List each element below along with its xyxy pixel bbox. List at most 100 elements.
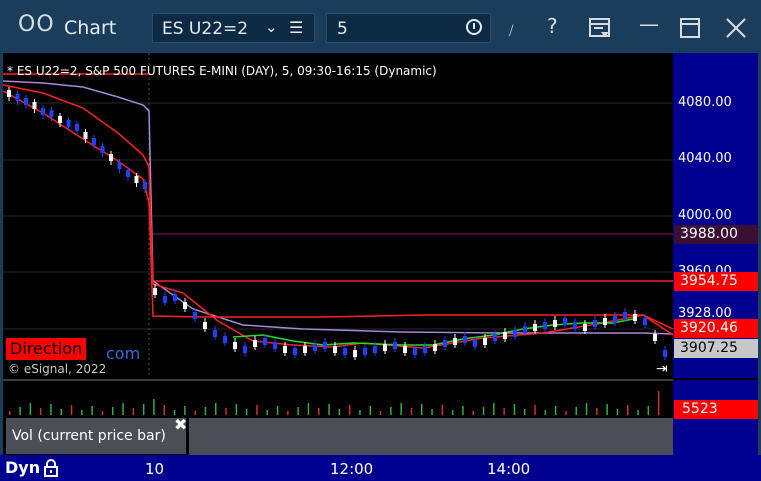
volume-bar — [276, 406, 279, 415]
candle-body — [233, 342, 237, 349]
candle-body — [7, 90, 11, 97]
candle-body — [153, 288, 157, 295]
candle-body — [163, 296, 167, 303]
candle-body — [273, 342, 277, 349]
volume-legend-strip — [189, 418, 673, 455]
volume-bar — [585, 403, 588, 415]
volume-bar — [70, 405, 73, 415]
volume-bar — [122, 403, 124, 415]
volume-bar — [359, 410, 361, 415]
interval-selector[interactable]: 5 — [326, 13, 491, 43]
candle-body — [303, 346, 307, 353]
candle-body — [623, 312, 627, 319]
volume-bar — [297, 407, 299, 415]
candle-body — [663, 350, 667, 357]
question-icon[interactable]: ? — [547, 14, 558, 38]
app-logo: OO — [18, 12, 55, 37]
clock-icon[interactable] — [466, 19, 482, 35]
price-label-last: 3907.25 — [674, 339, 758, 358]
volume-bar — [81, 410, 83, 415]
volume-bar — [657, 391, 660, 415]
candle-body — [49, 110, 54, 117]
close-study-icon[interactable]: ✖ — [174, 415, 187, 434]
candle-body — [503, 332, 507, 339]
price-plot[interactable] — [3, 53, 673, 455]
volume-bar — [307, 403, 310, 415]
candle-body — [100, 146, 105, 153]
candle-body — [493, 334, 497, 341]
time-label: 14:00 — [487, 460, 531, 478]
direction-badge[interactable]: Direction — [6, 338, 87, 360]
volume-bar — [215, 403, 217, 415]
candle-body — [513, 330, 517, 337]
volume-bar — [245, 409, 248, 415]
volume-bar — [596, 408, 598, 415]
price-tick: 4080.00 — [678, 95, 732, 110]
volume-bar — [575, 407, 577, 415]
candle-body — [563, 318, 567, 325]
volume-bar — [524, 409, 526, 415]
candle-body — [553, 320, 557, 327]
volume-bar — [647, 406, 650, 415]
price-label-ma: 3954.75 — [674, 272, 758, 291]
candle-body — [213, 330, 217, 337]
candle-body — [633, 314, 637, 321]
volume-bar — [328, 404, 330, 415]
candle-body — [413, 348, 417, 355]
volume-legend-text: Vol (current price bar) — [12, 428, 166, 444]
minimize-icon[interactable]: — — [639, 12, 659, 36]
volume-bar — [256, 405, 258, 415]
chart-area[interactable]: * ES U22=2, S&P 500 FUTURES E-MINI (DAY)… — [3, 53, 758, 455]
candle-body — [653, 334, 657, 341]
draw-tool-icon[interactable]: ⧸ — [509, 24, 513, 39]
candle-body — [92, 138, 96, 145]
maximize-icon[interactable] — [680, 18, 700, 38]
volume-bar — [39, 408, 42, 415]
candle-body — [58, 116, 62, 123]
candle-body — [583, 324, 587, 331]
goto-end-icon[interactable]: ⇥ — [656, 361, 668, 377]
candle-body — [423, 346, 427, 353]
price-tick: 4000.00 — [678, 208, 732, 223]
candle-body — [143, 182, 147, 189]
time-axis-bar[interactable]: Dyn 10 12:00 14:00 — [0, 455, 761, 481]
candle-body — [333, 346, 337, 353]
candle-body — [433, 344, 437, 351]
window-title: Chart — [64, 17, 117, 39]
volume-bar — [544, 410, 547, 415]
volume-bar — [266, 410, 268, 415]
price-scale[interactable]: 4080.00 4040.00 4000.00 3960.00 3928.00 … — [673, 53, 758, 378]
candle-body — [343, 348, 347, 355]
symbol-selector[interactable]: ES U22=2 ⌄ ☰ — [152, 13, 315, 43]
volume-bar — [348, 405, 351, 415]
volume-bar — [627, 405, 629, 415]
layout-icon[interactable] — [589, 17, 611, 39]
price-label-level: 3988.00 — [674, 225, 758, 244]
list-icon[interactable]: ☰ — [289, 18, 303, 37]
close-icon[interactable] — [726, 18, 746, 38]
lock-icon[interactable] — [44, 459, 58, 477]
candle-body — [393, 342, 397, 349]
time-label: 10 — [145, 460, 165, 478]
candle-body — [32, 102, 37, 109]
volume-bar — [451, 410, 454, 415]
dynamic-mode-label[interactable]: Dyn — [5, 458, 40, 477]
volume-bar — [462, 406, 464, 415]
volume-bar — [153, 399, 155, 415]
volume-bar — [606, 404, 608, 415]
candle-body — [643, 318, 647, 325]
volume-bar — [101, 411, 104, 415]
chevron-down-icon[interactable]: ⌄ — [265, 18, 278, 36]
direction-suffix: com — [106, 344, 141, 363]
volume-bar — [184, 406, 186, 415]
candle-body — [593, 320, 597, 327]
candle-body — [363, 348, 367, 355]
candle-body — [263, 338, 267, 345]
candle-body — [453, 338, 457, 345]
volume-bar — [338, 409, 341, 415]
candle-body — [473, 340, 477, 347]
volume-bar — [19, 407, 21, 415]
symbol-value: ES U22=2 — [162, 19, 249, 39]
volume-bar — [482, 407, 485, 415]
candle-body — [193, 312, 197, 319]
